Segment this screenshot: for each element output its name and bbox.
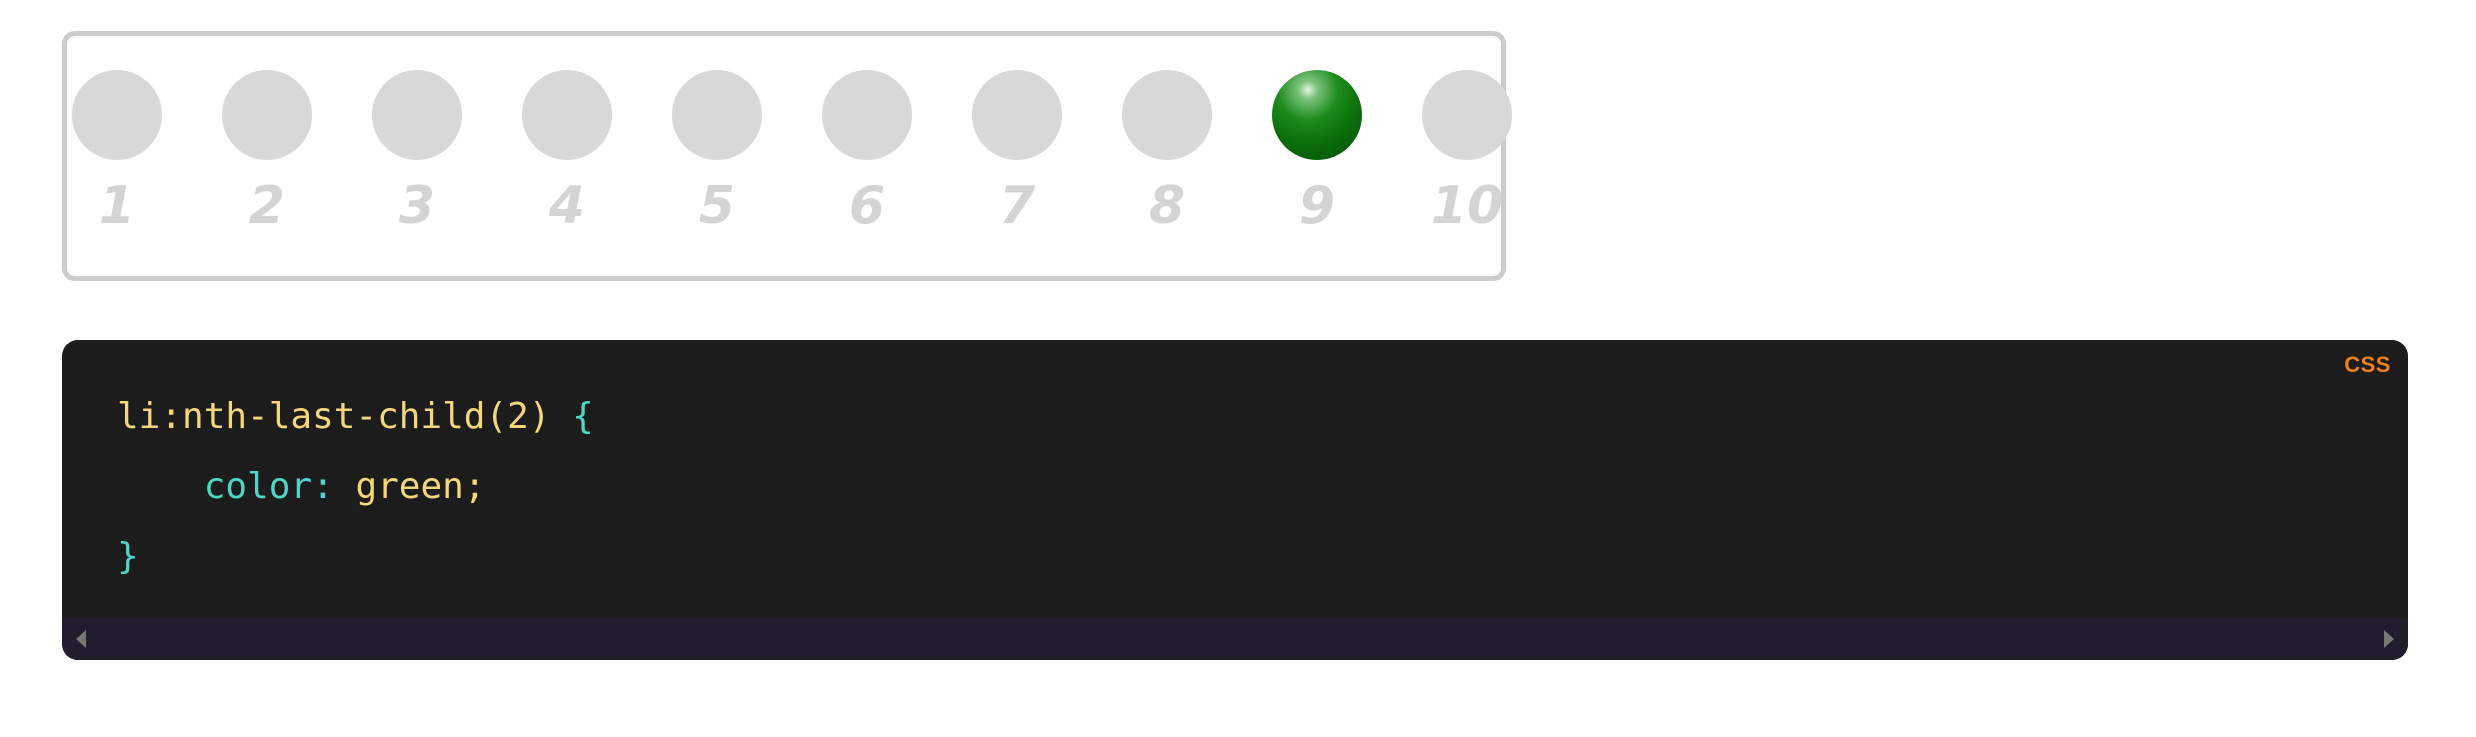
ball (1122, 70, 1212, 160)
demo-box: 1 2 3 4 5 6 7 8 9 10 (62, 31, 1512, 281)
list-item: 6 (822, 70, 912, 240)
ball (72, 70, 162, 160)
ball-number: 8 (1148, 176, 1186, 236)
list-item: 7 (972, 70, 1062, 240)
code-selector: li:nth-last-child(2) (117, 396, 551, 437)
list-item: 5 (672, 70, 762, 240)
page: 1 2 3 4 5 6 7 8 9 10 CSS li:nth-last-chi… (0, 0, 2476, 737)
code-close-brace: } (117, 536, 139, 577)
ball (372, 70, 462, 160)
ball (972, 70, 1062, 160)
ball-number: 10 (1430, 176, 1504, 236)
list-item: 9 (1272, 70, 1362, 240)
code-block: CSS li:nth-last-child(2) { color: green;… (62, 340, 2408, 660)
ball (822, 70, 912, 160)
list-item: 2 (222, 70, 312, 240)
code-value: green (355, 466, 464, 507)
ball (672, 70, 762, 160)
code-content[interactable]: li:nth-last-child(2) { color: green; } (117, 382, 594, 592)
list-item: 4 (522, 70, 612, 240)
ball-number: 2 (248, 176, 286, 236)
ball (522, 70, 612, 160)
arrow-right-icon[interactable] (2384, 630, 2394, 648)
code-open-brace: { (572, 396, 594, 437)
arrow-left-icon[interactable] (76, 630, 86, 648)
code-colon: : (312, 466, 334, 507)
ball-number: 3 (398, 176, 436, 236)
ball (1422, 70, 1512, 160)
ball-number: 5 (698, 176, 736, 236)
ball (222, 70, 312, 160)
ball-highlighted (1272, 70, 1362, 160)
ball-number: 1 (98, 176, 136, 236)
list-item: 8 (1122, 70, 1212, 240)
language-badge: CSS (2344, 352, 2391, 377)
code-property: color (203, 466, 313, 507)
list-item: 3 (372, 70, 462, 240)
ball-number: 4 (548, 176, 586, 236)
ball-number: 9 (1298, 176, 1336, 236)
list-item: 10 (1422, 70, 1512, 240)
horizontal-scrollbar[interactable] (62, 618, 2408, 660)
code-semicolon: ; (463, 466, 486, 507)
ball-number: 7 (998, 176, 1036, 236)
list-item: 1 (72, 70, 162, 240)
ball-number: 6 (848, 176, 886, 236)
